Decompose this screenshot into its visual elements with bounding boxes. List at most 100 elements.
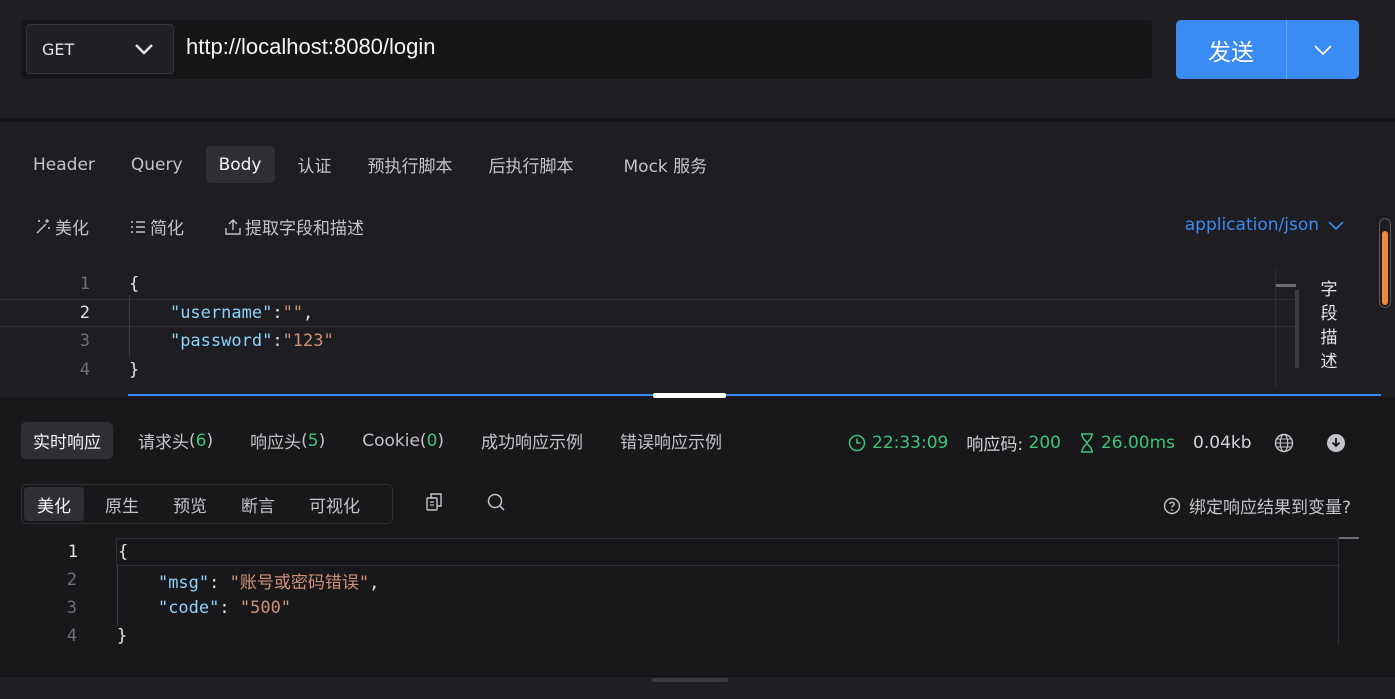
line-number: 1	[79, 274, 90, 295]
json-value: "500"	[239, 598, 292, 618]
tab-body[interactable]: Body	[205, 146, 275, 183]
view-tab-beautify[interactable]: 美化	[24, 487, 84, 521]
line-number: 4	[66, 626, 77, 646]
status-code: 响应码: 200	[966, 432, 1061, 456]
chevron-down-icon	[1314, 44, 1332, 55]
code-line: 3 "code": "500"	[0, 594, 1340, 622]
response-tools	[424, 492, 506, 512]
download-button[interactable]	[1326, 433, 1352, 453]
view-tab-assert[interactable]: 断言	[228, 487, 288, 521]
code-text: {	[129, 274, 140, 295]
code-line: 2 "msg": "账号或密码错误",	[0, 566, 1340, 594]
response-time: 22:33:09	[848, 433, 948, 453]
json-value: "账号或密码错误"	[229, 572, 370, 593]
code-line: 1 {	[0, 270, 1295, 299]
code-text: "code": "500"	[157, 598, 292, 618]
code-text: }	[129, 359, 140, 380]
scrollbar[interactable]	[1379, 218, 1391, 308]
indent-guide	[129, 295, 130, 357]
response-minimap[interactable]	[1338, 537, 1360, 645]
tab-mock[interactable]: Mock 服务	[611, 146, 721, 183]
response-viewer[interactable]: 1 { 2 "msg": "账号或密码错误", 3 "code": "500" …	[0, 538, 1340, 650]
line-number: 1	[67, 542, 78, 562]
json-value: "123"	[282, 331, 334, 352]
code-line: 4 }	[0, 622, 1340, 650]
beautify-button[interactable]: 美化	[34, 214, 89, 239]
response-panel: 实时响应 请求头(6) 响应头(5) Cookie(0) 成功响应示例 错误响应…	[0, 398, 1395, 675]
line-number: 2	[79, 302, 90, 323]
simplify-label: 简化	[150, 219, 184, 239]
json-key: "password"	[169, 331, 273, 352]
count-badge: 0	[426, 430, 438, 451]
globe-icon	[1274, 433, 1293, 452]
code-text: "username":"",	[169, 302, 314, 323]
code-line: 3 "password":"123"	[0, 327, 1295, 356]
tab-header[interactable]: Header	[20, 146, 108, 183]
line-number: 2	[66, 570, 77, 590]
url-input[interactable]: http://localhost:8080/login	[186, 34, 436, 60]
view-tab-raw[interactable]: 原生	[92, 487, 152, 521]
magic-wand-icon	[36, 218, 50, 233]
send-button-group: 发送	[1176, 20, 1359, 79]
send-dropdown-button[interactable]	[1287, 20, 1359, 79]
bind-response-variable[interactable]: 绑定响应结果到变量?	[1163, 493, 1351, 518]
response-duration: 26.00ms	[1079, 433, 1175, 453]
code-text: {	[118, 542, 129, 562]
json-value: ""	[282, 302, 304, 323]
tab-realtime-response[interactable]: 实时响应	[21, 422, 113, 459]
json-key: "code"	[157, 598, 220, 618]
method-select[interactable]: GET	[26, 24, 174, 74]
tab-auth[interactable]: 认证	[285, 146, 345, 183]
tab-post-script[interactable]: 后执行脚本	[476, 146, 587, 183]
line-number: 3	[66, 598, 77, 618]
body-editor[interactable]: 1 { 2 "username":"", 3 "password":"123" …	[0, 270, 1295, 384]
tab-request-headers[interactable]: 请求头(6)	[126, 422, 225, 459]
panel-splitter[interactable]	[128, 394, 1381, 396]
response-size: 0.04kb	[1193, 432, 1252, 453]
beautify-label: 美化	[55, 219, 89, 239]
question-circle-icon	[1163, 497, 1181, 514]
request-tabs: Header Query Body 认证 预执行脚本 后执行脚本 Mock 服务	[20, 146, 730, 183]
indent-guide	[117, 566, 118, 626]
chevron-down-icon	[133, 40, 155, 62]
list-icon	[131, 220, 145, 233]
upload-icon	[225, 218, 241, 235]
content-type-value: application/json	[1184, 215, 1319, 235]
send-button[interactable]: 发送	[1176, 20, 1286, 79]
simplify-button[interactable]: 简化	[129, 214, 184, 239]
view-tab-preview[interactable]: 预览	[160, 487, 220, 521]
splitter-handle[interactable]	[652, 678, 728, 682]
hourglass-icon	[1080, 432, 1093, 453]
method-value: GET	[42, 39, 75, 59]
tab-cookie[interactable]: Cookie(0)	[350, 422, 456, 459]
json-key: "msg"	[157, 572, 210, 593]
count-badge: 6	[195, 430, 207, 451]
code-text: "password":"123"	[169, 331, 334, 352]
tab-response-headers[interactable]: 响应头(5)	[238, 422, 337, 459]
tab-success-example[interactable]: 成功响应示例	[469, 422, 595, 459]
extract-fields-button[interactable]: 提取字段和描述	[224, 214, 364, 239]
line-number: 4	[79, 359, 90, 380]
tab-query[interactable]: Query	[118, 146, 196, 183]
tab-error-example[interactable]: 错误响应示例	[608, 422, 734, 459]
scrollbar-thumb[interactable]	[1382, 231, 1388, 305]
response-tabs: 实时响应 请求头(6) 响应头(5) Cookie(0) 成功响应示例 错误响应…	[21, 422, 747, 459]
response-meta: 22:33:09 响应码: 200 26.00ms 0.04kb	[848, 430, 1370, 455]
code-text: }	[117, 626, 128, 646]
code-line: 4 }	[0, 356, 1295, 385]
download-icon	[1326, 433, 1345, 452]
bottom-splitter[interactable]	[0, 675, 1395, 699]
search-icon[interactable]	[486, 492, 506, 512]
copy-icon[interactable]	[424, 492, 444, 512]
request-panel: Header Query Body 认证 预执行脚本 后执行脚本 Mock 服务…	[0, 122, 1395, 397]
count-badge: 5	[307, 430, 319, 451]
view-tab-visualize[interactable]: 可视化	[296, 487, 373, 521]
field-description-toggle[interactable]: 字 段 描 述	[1319, 278, 1339, 374]
chevron-down-icon	[1328, 221, 1344, 231]
tab-pre-script[interactable]: 预执行脚本	[355, 146, 466, 183]
extract-fields-label: 提取字段和描述	[245, 219, 364, 239]
body-toolbar: 美化 简化 提取字段和描述	[34, 214, 404, 239]
globe-button[interactable]	[1274, 433, 1300, 453]
editor-minimap[interactable]	[1275, 270, 1299, 388]
content-type-select[interactable]: application/json	[1185, 215, 1345, 235]
